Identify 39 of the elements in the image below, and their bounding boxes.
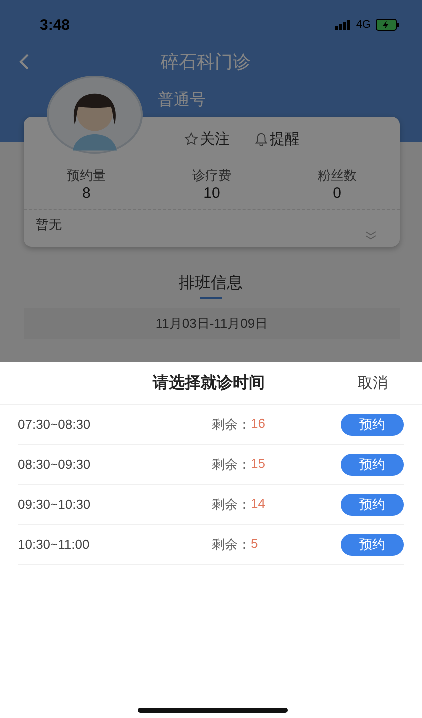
date-range: 11月03日-11月09日 bbox=[156, 314, 268, 332]
stat-value: 0 bbox=[333, 185, 342, 202]
stat-label: 诊疗费 bbox=[192, 167, 232, 185]
remaining-count: 15 bbox=[251, 456, 266, 472]
status-time: 3:48 bbox=[40, 16, 70, 34]
expand-icon[interactable] bbox=[364, 231, 378, 241]
time-slot: 08:30~09:30 bbox=[18, 457, 212, 472]
stat-value: 8 bbox=[82, 185, 91, 202]
stat-value: 10 bbox=[204, 185, 220, 202]
back-icon[interactable] bbox=[18, 53, 30, 71]
time-slot: 07:30~08:30 bbox=[18, 417, 212, 432]
time-slot: 10:30~11:00 bbox=[18, 537, 212, 552]
signal-icon bbox=[335, 20, 352, 30]
remaining-label: 剩余： bbox=[212, 496, 251, 514]
battery-icon bbox=[376, 19, 400, 31]
section-title: 排班信息 bbox=[179, 274, 243, 294]
remaining-label: 剩余： bbox=[212, 536, 251, 554]
network-label: 4G bbox=[356, 19, 371, 31]
remaining-count: 14 bbox=[251, 496, 266, 512]
cancel-button[interactable]: 取消 bbox=[358, 374, 422, 392]
sheet-title: 请选择就诊时间 bbox=[152, 374, 266, 394]
stat-label: 粉丝数 bbox=[318, 167, 357, 185]
ticket-type: 普通号 bbox=[157, 90, 207, 111]
book-button[interactable]: 预约 bbox=[341, 454, 404, 476]
time-slot: 09:30~10:30 bbox=[18, 497, 212, 512]
remaining-label: 剩余： bbox=[212, 456, 251, 474]
follow-button[interactable]: 关注 bbox=[184, 127, 230, 151]
star-icon bbox=[184, 132, 199, 146]
book-button[interactable]: 预约 bbox=[341, 494, 404, 516]
bell-icon bbox=[254, 132, 269, 146]
remaining-count: 16 bbox=[251, 416, 266, 432]
remaining-count: 5 bbox=[251, 536, 258, 552]
page-title: 碎石科门诊 bbox=[160, 51, 252, 74]
stat-label: 预约量 bbox=[67, 167, 106, 185]
remind-button[interactable]: 提醒 bbox=[254, 127, 300, 151]
book-button[interactable]: 预约 bbox=[341, 534, 404, 556]
intro-text: 暂无 bbox=[24, 209, 400, 238]
remaining-label: 剩余： bbox=[212, 416, 251, 434]
book-button[interactable]: 预约 bbox=[341, 414, 404, 436]
